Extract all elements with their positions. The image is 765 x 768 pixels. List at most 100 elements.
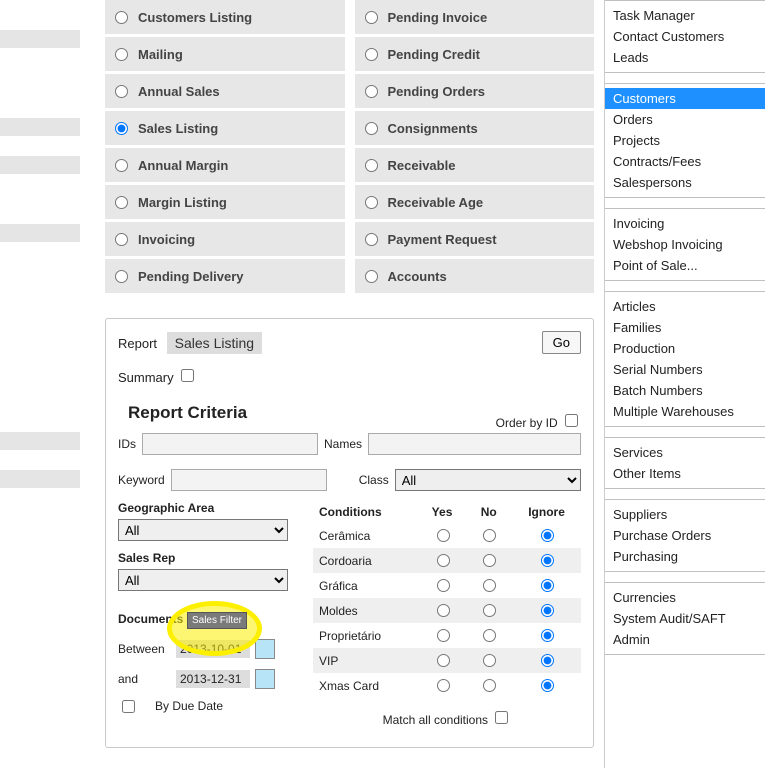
sidebar-item[interactable]: Serial Numbers <box>605 359 765 380</box>
report-option-radio[interactable] <box>365 159 378 172</box>
condition-no-radio[interactable] <box>483 654 496 667</box>
condition-yes-radio[interactable] <box>437 604 450 617</box>
condition-yes-radio[interactable] <box>437 579 450 592</box>
report-option[interactable]: Invoicing <box>105 222 345 256</box>
date-from[interactable]: 2013-10-01 <box>176 640 250 658</box>
condition-row: Proprietário <box>313 623 581 648</box>
sidebar-item[interactable]: Purchasing <box>605 546 765 567</box>
sidebar-item[interactable]: Contact Customers <box>605 26 765 47</box>
salesrep-label: Sales Rep <box>118 551 298 565</box>
report-option[interactable]: Annual Sales <box>105 74 345 108</box>
condition-yes-radio[interactable] <box>437 554 450 567</box>
report-option[interactable]: Pending Credit <box>355 37 595 71</box>
sales-filter-button[interactable]: Sales Filter <box>187 612 247 629</box>
condition-row: VIP <box>313 648 581 673</box>
left-spacer <box>0 0 95 768</box>
sidebar-item[interactable]: Contracts/Fees <box>605 151 765 172</box>
summary-checkbox[interactable] <box>181 369 194 382</box>
condition-ignore-radio[interactable] <box>541 604 554 617</box>
date-picker-icon[interactable] <box>255 639 275 659</box>
orderby-checkbox[interactable] <box>565 414 578 427</box>
condition-no-radio[interactable] <box>483 554 496 567</box>
sidebar-item[interactable]: Task Manager <box>605 5 765 26</box>
report-option-radio[interactable] <box>365 233 378 246</box>
report-option[interactable]: Accounts <box>355 259 595 293</box>
report-option-label: Invoicing <box>138 232 195 247</box>
report-option[interactable]: Receivable <box>355 148 595 182</box>
report-option-radio[interactable] <box>365 85 378 98</box>
condition-no-radio[interactable] <box>483 579 496 592</box>
sidebar-item[interactable]: Multiple Warehouses <box>605 401 765 422</box>
conditions-header: Conditions <box>313 501 419 523</box>
report-option-radio[interactable] <box>115 11 128 24</box>
condition-ignore-radio[interactable] <box>541 654 554 667</box>
ids-input[interactable] <box>142 433 318 455</box>
sidebar-item[interactable]: Batch Numbers <box>605 380 765 401</box>
sidebar-item[interactable]: Articles <box>605 296 765 317</box>
report-option-radio[interactable] <box>365 122 378 135</box>
report-option-radio[interactable] <box>365 270 378 283</box>
sidebar-item[interactable]: Salespersons <box>605 172 765 193</box>
condition-ignore-radio[interactable] <box>541 554 554 567</box>
report-option-radio[interactable] <box>365 48 378 61</box>
condition-yes-radio[interactable] <box>437 629 450 642</box>
byduedate-checkbox[interactable] <box>122 700 135 713</box>
report-option[interactable]: Receivable Age <box>355 185 595 219</box>
report-option[interactable]: Annual Margin <box>105 148 345 182</box>
report-option-radio[interactable] <box>115 159 128 172</box>
sidebar-item[interactable]: Orders <box>605 109 765 130</box>
sidebar-item[interactable]: Point of Sale... <box>605 255 765 276</box>
go-button[interactable]: Go <box>542 331 581 354</box>
condition-no-radio[interactable] <box>483 604 496 617</box>
report-option-label: Pending Credit <box>388 47 480 62</box>
report-option[interactable]: Sales Listing <box>105 111 345 145</box>
report-option-radio[interactable] <box>115 196 128 209</box>
report-option-radio[interactable] <box>365 196 378 209</box>
matchall-checkbox[interactable] <box>495 711 508 724</box>
condition-no-radio[interactable] <box>483 529 496 542</box>
sidebar-item[interactable]: Invoicing <box>605 213 765 234</box>
sidebar-item[interactable]: Currencies <box>605 587 765 608</box>
class-select[interactable]: All <box>395 469 581 491</box>
condition-yes-radio[interactable] <box>437 654 450 667</box>
condition-ignore-radio[interactable] <box>541 579 554 592</box>
date-to[interactable]: 2013-12-31 <box>176 670 250 688</box>
keyword-input[interactable] <box>171 469 327 491</box>
report-option-radio[interactable] <box>115 270 128 283</box>
report-option[interactable]: Pending Invoice <box>355 0 595 34</box>
sidebar-item[interactable]: Projects <box>605 130 765 151</box>
report-option-radio[interactable] <box>115 233 128 246</box>
condition-no-radio[interactable] <box>483 629 496 642</box>
sidebar-item[interactable]: Suppliers <box>605 504 765 525</box>
report-option[interactable]: Margin Listing <box>105 185 345 219</box>
sidebar-item[interactable]: Admin <box>605 629 765 650</box>
report-option-radio[interactable] <box>365 11 378 24</box>
sidebar-item[interactable]: Other Items <box>605 463 765 484</box>
sidebar-item[interactable]: Production <box>605 338 765 359</box>
salesrep-select[interactable]: All <box>118 569 288 591</box>
report-option-label: Pending Delivery <box>138 269 243 284</box>
date-picker-icon[interactable] <box>255 669 275 689</box>
sidebar-item[interactable]: Services <box>605 442 765 463</box>
sidebar-item[interactable]: System Audit/SAFT <box>605 608 765 629</box>
condition-yes-radio[interactable] <box>437 529 450 542</box>
sidebar-item[interactable]: Leads <box>605 47 765 68</box>
report-option[interactable]: Mailing <box>105 37 345 71</box>
report-option[interactable]: Payment Request <box>355 222 595 256</box>
names-input[interactable] <box>368 433 581 455</box>
report-option[interactable]: Pending Delivery <box>105 259 345 293</box>
sidebar-item[interactable]: Families <box>605 317 765 338</box>
report-option[interactable]: Pending Orders <box>355 74 595 108</box>
report-option-radio[interactable] <box>115 85 128 98</box>
geo-select[interactable]: All <box>118 519 288 541</box>
report-option[interactable]: Customers Listing <box>105 0 345 34</box>
report-option[interactable]: Consignments <box>355 111 595 145</box>
sidebar-item[interactable]: Purchase Orders <box>605 525 765 546</box>
sidebar-item[interactable]: Customers <box>605 88 765 109</box>
leftbar <box>0 118 80 136</box>
condition-ignore-radio[interactable] <box>541 629 554 642</box>
report-option-radio[interactable] <box>115 48 128 61</box>
condition-ignore-radio[interactable] <box>541 529 554 542</box>
report-option-radio[interactable] <box>115 122 128 135</box>
sidebar-item[interactable]: Webshop Invoicing <box>605 234 765 255</box>
